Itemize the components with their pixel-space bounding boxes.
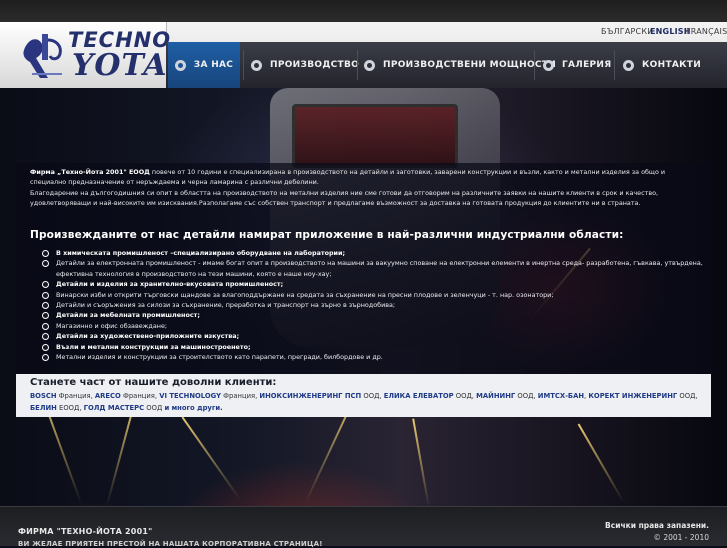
- client-link-korekt-engineering[interactable]: КОРЕКТ ИНЖЕНЕРИНГ: [588, 392, 677, 400]
- client-country: ООД,: [453, 392, 477, 400]
- nav-capacity-label: ПРОИЗВОДСТВЕНИ МОЩНОСТИ: [383, 60, 557, 70]
- clients-list: BOSCH Франция, ARECO Франция, VI TECHNOL…: [30, 391, 710, 414]
- list-item: Магазинно и офис обзавеждане;: [42, 321, 712, 331]
- bullet-circle-icon: [42, 354, 49, 362]
- applications-list: В химическата промишленост –специализира…: [42, 248, 712, 362]
- bullet-circle-icon: [42, 322, 49, 330]
- bullet-circle-icon: [42, 333, 49, 341]
- list-item: Винарски изби и открити търговски щандов…: [42, 290, 712, 300]
- nav-about-label: ЗА НАС: [193, 60, 234, 70]
- about-content-panel: Фирма „Техно-Йота 2001" ЕООД повече от 1…: [16, 163, 711, 375]
- applications-heading: Произвежданите от нас детайли намират пр…: [30, 229, 624, 241]
- bullet-circle-icon: [42, 260, 49, 268]
- clients-box: Станете част от нашите доволни клиенти: …: [16, 374, 711, 417]
- welding-glass-graphic: [292, 104, 458, 168]
- client-link-imtsh-ban[interactable]: ИМТСХ-БАН: [538, 392, 584, 400]
- client-country: Франция,: [120, 392, 160, 400]
- footer-slogan: ВИ ЖЕЛАЕ ПРИЯТЕН ПРЕСТОЙ НА НАШАТА КОРПО…: [18, 540, 323, 548]
- spark-graphic: [577, 423, 625, 503]
- nav-contacts[interactable]: КОНТАКТИ: [623, 42, 701, 88]
- nav-production-label: ПРОИЗВОДСТВО: [270, 60, 360, 70]
- client-country: ЕООД,: [56, 403, 84, 412]
- nav-production[interactable]: ПРОИЗВОДСТВО: [251, 42, 359, 88]
- lang-french-link[interactable]: FRANÇAIS: [686, 27, 727, 36]
- footer-company: ФИРМА "ТЕХНО-ЙОТА 2001": [18, 527, 153, 536]
- client-country: ООД: [144, 403, 165, 412]
- nav-bullet-icon: [543, 59, 554, 71]
- bullet-circle-icon: [42, 281, 49, 289]
- nav-divider: [243, 50, 244, 80]
- bullet-circle-icon: [42, 343, 49, 351]
- logo-mark-icon: [23, 34, 62, 78]
- nav-bullet-icon: [174, 59, 186, 71]
- client-link-areco[interactable]: ARECO: [95, 392, 121, 400]
- client-link-bosch[interactable]: BOSCH: [30, 392, 57, 400]
- nav-contacts-label: КОНТАКТИ: [642, 60, 702, 70]
- client-link-elika-elevator[interactable]: ЕЛИКА ЕЛЕВАТОР: [384, 392, 454, 400]
- lang-bulgarian-link[interactable]: БЪЛГАРСКИ: [601, 27, 653, 36]
- list-item: В химическата промишленост –специализира…: [42, 248, 712, 258]
- client-link-gold-masters[interactable]: ГОЛД МАСТЕРС: [84, 404, 144, 412]
- nav-divider: [534, 50, 535, 80]
- footer-copyright: © 2001 - 2010: [653, 533, 709, 542]
- intro-text: Фирма „Техно-Йота 2001" ЕООД повече от 1…: [30, 167, 696, 209]
- logo-text-line2: YOTA: [72, 48, 168, 83]
- client-link-inoxengineering[interactable]: ИНОКСИНЖЕНЕРИНГ ПСП: [259, 392, 361, 400]
- client-country: Франция,: [221, 392, 260, 400]
- client-link-belin[interactable]: БЕЛИН: [30, 404, 57, 412]
- nav-gallery[interactable]: ГАЛЕРИЯ: [543, 42, 611, 88]
- spark-graphic: [412, 418, 430, 506]
- list-item: Детайли за електронната промишленост - и…: [42, 258, 712, 279]
- client-country: Франция,: [56, 392, 95, 400]
- top-strip: [0, 0, 727, 23]
- client-country: ООД,: [677, 392, 698, 400]
- list-item: Метални изделия и конструкции за строите…: [42, 352, 712, 362]
- lang-english-link[interactable]: ENGLISH: [650, 27, 691, 36]
- client-link-vi-technology[interactable]: VI TECHNOLOGY: [159, 392, 221, 400]
- clients-title: Станете част от нашите доволни клиенти:: [30, 377, 277, 388]
- bullet-circle-icon: [42, 250, 49, 257]
- nav-bullet-icon: [623, 59, 634, 71]
- list-item: Детайли и изделия за хранително-вкусоват…: [42, 279, 712, 289]
- nav-gallery-label: ГАЛЕРИЯ: [562, 60, 612, 70]
- bullet-circle-icon: [42, 312, 49, 320]
- nav-about[interactable]: ЗА НАС: [168, 42, 240, 88]
- footer-rights: Всички права запазени.: [605, 521, 709, 530]
- nav-bullet-icon: [364, 59, 375, 71]
- client-country: ООД,: [361, 392, 384, 400]
- logo[interactable]: TECHNO YOTA: [0, 22, 170, 88]
- nav-divider: [357, 50, 358, 80]
- nav-capacity[interactable]: ПРОИЗВОДСТВЕНИ МОЩНОСТИ: [364, 42, 556, 88]
- spark-graphic: [181, 416, 241, 500]
- list-item: Детайли за художествено-приложните изкус…: [42, 331, 712, 341]
- bullet-circle-icon: [42, 291, 49, 299]
- intro-company-name: Фирма „Техно-Йота 2001" ЕООД: [30, 168, 150, 176]
- main-nav: ЗА НАС ПРОИЗВОДСТВО ПРОИЗВОДСТВЕНИ МОЩНО…: [166, 42, 727, 88]
- intro-text-part2: Благодарение на дългогодишния си опит в …: [30, 188, 659, 208]
- list-item: Детайли и съоръжения за силози за съхран…: [42, 300, 712, 310]
- list-item: Възли и метални конструкции за машиностр…: [42, 342, 712, 352]
- list-item: Детайли за мебелната промишленост;: [42, 310, 712, 320]
- bullet-circle-icon: [42, 302, 49, 310]
- client-country: ООД,: [515, 392, 538, 400]
- client-link-mining[interactable]: МАЙНИНГ: [476, 392, 515, 400]
- nav-bullet-icon: [251, 59, 262, 71]
- nav-divider: [614, 50, 615, 80]
- clients-more-link[interactable]: и много други.: [164, 404, 222, 412]
- footer: ФИРМА "ТЕХНО-ЙОТА 2001" ВИ ЖЕЛАЕ ПРИЯТЕН…: [0, 506, 727, 548]
